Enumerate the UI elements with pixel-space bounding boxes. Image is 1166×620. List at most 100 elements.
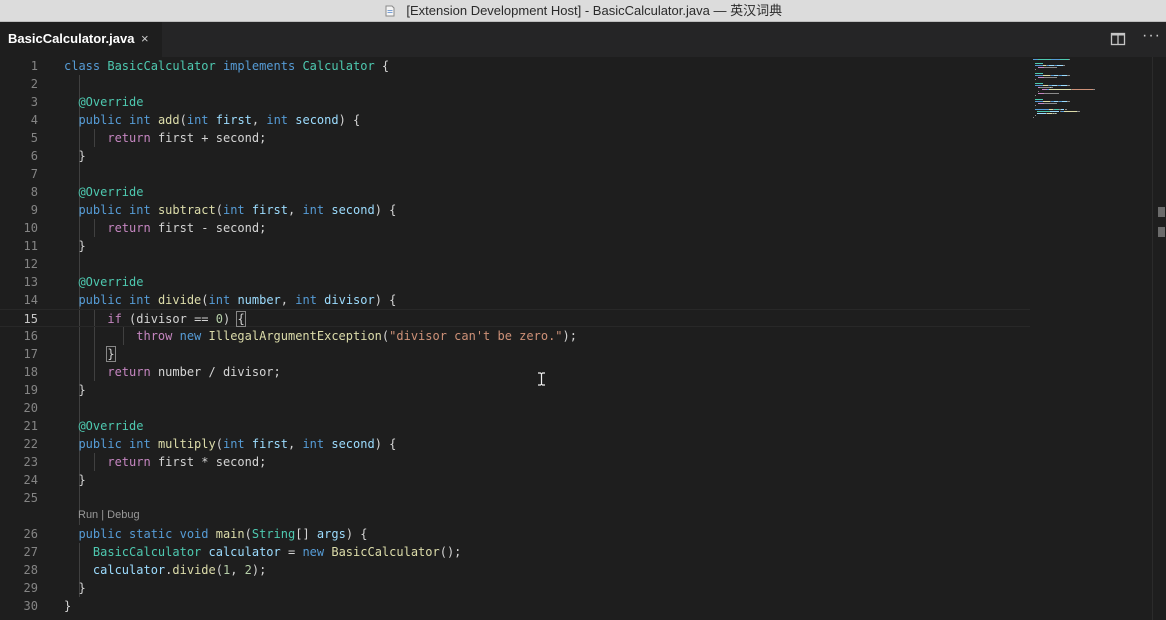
minimap-stroke (1050, 111, 1060, 112)
tab-label[interactable]: BasicCalculator.java (8, 31, 134, 46)
code-line[interactable]: 6 } (0, 147, 1030, 165)
minimap-stroke (1034, 79, 1036, 80)
code-token: public (78, 203, 130, 217)
minimap[interactable] (1033, 57, 1123, 137)
debug-link[interactable]: Debug (107, 509, 139, 521)
line-code: public int multiply(int first, int secon… (64, 435, 396, 453)
code-token: int (129, 293, 158, 307)
more-actions-icon[interactable]: ··· (1142, 27, 1161, 45)
code-line[interactable]: 5 return first + second; (0, 129, 1030, 147)
code-token: { (381, 59, 390, 73)
code-token: first + second; (157, 131, 267, 145)
minimap-stroke (1049, 89, 1071, 90)
code-line[interactable]: 8 @Override (0, 183, 1030, 201)
code-line[interactable]: 14 public int divide(int number, int div… (0, 291, 1030, 309)
code-token: divide (157, 293, 202, 307)
code-token: first - second; (157, 221, 267, 235)
code-line[interactable]: 17 } (0, 345, 1030, 363)
vertical-scrollbar[interactable] (1152, 57, 1166, 620)
code-line[interactable]: 15 if (divisor == 0) { (0, 309, 1030, 327)
code-line[interactable]: 12 (0, 255, 1030, 273)
line-code: BasicCalculator calculator = new BasicCa… (64, 543, 462, 561)
code-token: return (107, 221, 158, 235)
code-token: int (266, 113, 296, 127)
run-link[interactable]: Run (78, 509, 98, 521)
tab-basiccalculator-java[interactable]: BasicCalculator.java × (0, 22, 162, 57)
code-editor[interactable]: 1 class BasicCalculator implements Calcul… (0, 57, 1166, 620)
code-line[interactable]: 18 return number / divisor; (0, 363, 1030, 381)
code-token: ( (244, 527, 252, 541)
code-token: int (295, 293, 325, 307)
code-token: ( (201, 293, 209, 307)
minimap-stroke (1055, 113, 1058, 114)
code-line[interactable]: 16 throw new IllegalArgumentException("d… (0, 327, 1030, 345)
minimap-stroke (1071, 89, 1094, 90)
minimap-stroke (1036, 113, 1046, 114)
minimap-stroke (1034, 63, 1043, 64)
line-number: 29 (23, 581, 38, 595)
code-token: "divisor can't be zero." (389, 329, 563, 343)
minimap-stroke (1034, 83, 1043, 84)
code-line[interactable]: 20 (0, 399, 1030, 417)
line-number: 18 (23, 365, 38, 379)
code-line[interactable]: 24 } (0, 471, 1030, 489)
split-editor-icon[interactable] (1110, 31, 1126, 47)
line-code: @Override (64, 273, 143, 291)
code-token: ) { (374, 203, 397, 217)
minimap-stroke (1034, 95, 1036, 96)
code-token: static (129, 527, 180, 541)
code-line[interactable]: 3 @Override (0, 93, 1030, 111)
code-token: public (78, 113, 130, 127)
close-icon[interactable]: × (141, 31, 149, 46)
code-token: , (251, 113, 267, 127)
code-token: , (230, 563, 245, 577)
code-line[interactable]: 26 public static void main(String[] args… (0, 525, 1030, 543)
code-line[interactable]: 30} (0, 597, 1030, 615)
minimap-stroke (1038, 91, 1040, 92)
line-number: 21 (23, 419, 38, 433)
line-code: } (64, 471, 85, 489)
code-token: } (64, 599, 72, 613)
code-token: public (78, 527, 130, 541)
code-line[interactable]: 4 public int add(int first, int second) … (0, 111, 1030, 129)
code-token: ) { (338, 113, 361, 127)
line-number: 5 (30, 131, 38, 145)
code-line[interactable]: 23 return first * second; (0, 453, 1030, 471)
code-token: ) { (374, 437, 397, 451)
code-line[interactable]: 9 public int subtract(int first, int sec… (0, 201, 1030, 219)
code-token: first * second; (157, 455, 267, 469)
line-code: public int subtract(int first, int secon… (64, 201, 396, 219)
code-line[interactable]: 2 (0, 75, 1030, 93)
code-token: ( (179, 113, 187, 127)
code-line[interactable]: 7 (0, 165, 1030, 183)
minimap-stroke (1067, 85, 1070, 86)
code-token: implements (222, 59, 303, 73)
line-number: 4 (30, 113, 38, 127)
code-line[interactable]: 22 public int multiply(int first, int se… (0, 435, 1030, 453)
code-line[interactable]: 27 BasicCalculator calculator = new Basi… (0, 543, 1030, 561)
code-line[interactable]: 21 @Override (0, 417, 1030, 435)
code-line[interactable]: 29 } (0, 579, 1030, 597)
code-token: } (64, 239, 86, 253)
code-token: calculator (92, 563, 166, 577)
code-line[interactable]: 28 calculator.divide(1, 2); (0, 561, 1030, 579)
code-line[interactable]: 13 @Override (0, 273, 1030, 291)
code-line[interactable]: 19 } (0, 381, 1030, 399)
code-line[interactable]: 1 class BasicCalculator implements Calcul… (0, 57, 1030, 75)
code-line[interactable]: 10 return first - second; (0, 219, 1030, 237)
line-number: 9 (30, 203, 38, 217)
minimap-stroke (1033, 117, 1034, 118)
code-line[interactable]: 25 (0, 489, 1030, 507)
code-line[interactable]: 11 } (0, 237, 1030, 255)
line-number: 25 (23, 491, 38, 505)
code-token: ) { (345, 527, 368, 541)
line-code: @Override (64, 417, 143, 435)
minimap-stroke (1037, 59, 1051, 60)
line-code: } (64, 579, 85, 597)
code-token: throw (136, 329, 180, 343)
line-number: 23 (23, 455, 38, 469)
